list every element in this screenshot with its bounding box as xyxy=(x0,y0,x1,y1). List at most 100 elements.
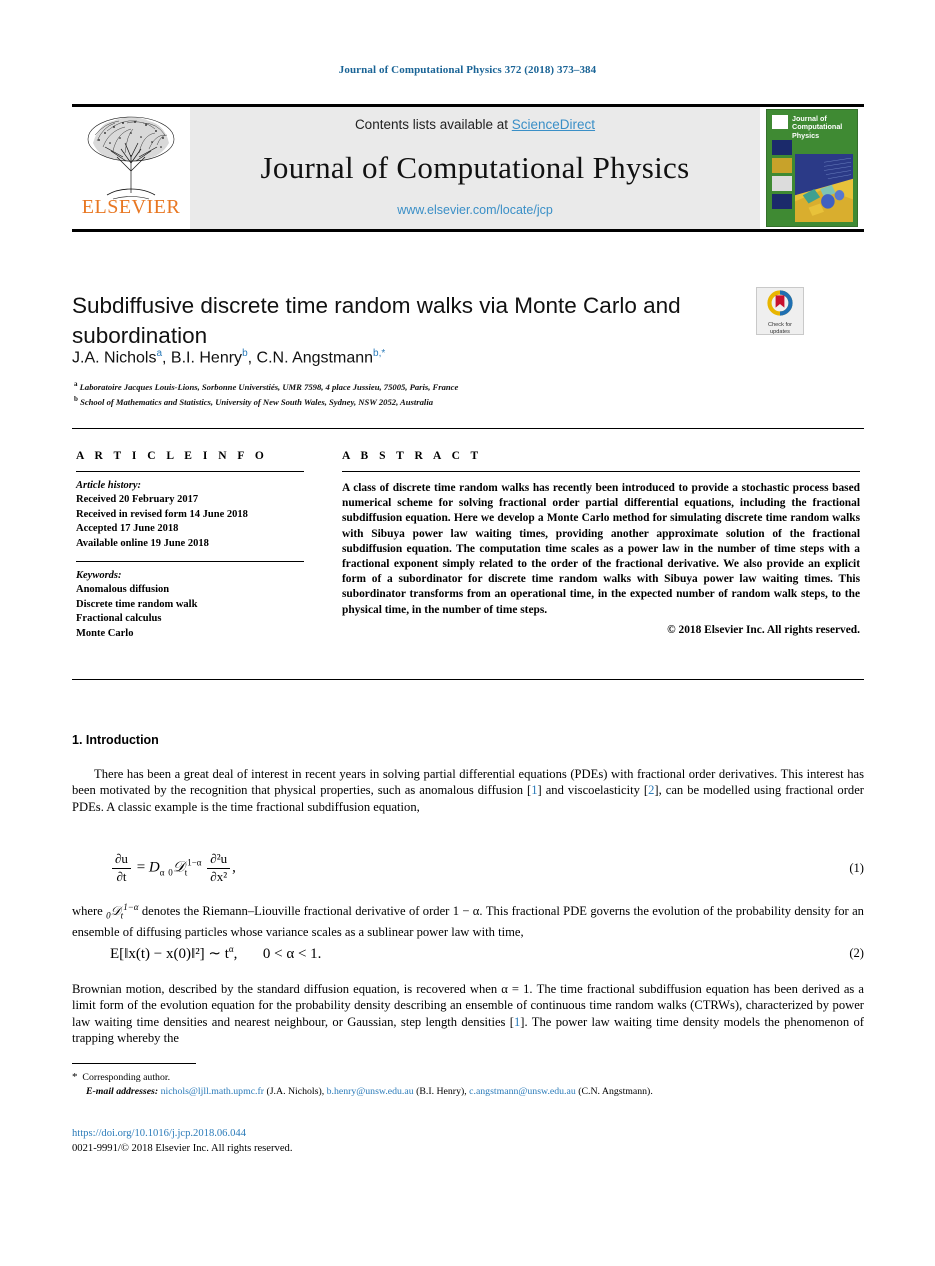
page-title: Subdiffusive discrete time random walks … xyxy=(72,293,681,349)
author-sep: , xyxy=(247,349,257,367)
eq1-comma: , xyxy=(232,859,236,876)
equation-2-row: E[‖x(t) − x(0)‖²] ∼ tα, 0 < α < 1. (2) xyxy=(72,944,864,963)
author-name: C.N. Angstmann xyxy=(256,349,374,367)
article-info-rule xyxy=(76,471,304,472)
contents-prefix: Contents lists available at xyxy=(354,117,512,132)
para-text: ] and viscoelasticity [ xyxy=(537,783,649,798)
equation-2-number: (2) xyxy=(849,946,864,960)
history-item: Received 20 February 2017 xyxy=(76,494,199,506)
cover-artwork xyxy=(795,154,853,222)
elsevier-tree-icon xyxy=(87,116,175,200)
info-bottom-rule xyxy=(72,679,864,680)
article-history-label: Article history: xyxy=(76,480,142,491)
article-history-block: Article history: Received 20 February 20… xyxy=(76,479,304,551)
footnote-star: * xyxy=(72,1071,78,1083)
author-sep: , xyxy=(162,349,171,367)
email-label: E-mail addresses: xyxy=(86,1086,159,1097)
eq1-coefficient-sub: α xyxy=(159,867,165,878)
crossmark-line1: Check for xyxy=(768,322,792,328)
keywords-label: Keywords: xyxy=(76,570,122,582)
affiliation-item: b School of Mathematics and Statistics, … xyxy=(74,393,854,408)
keywords-block: Keywords: Anomalous diffusion Discrete t… xyxy=(76,561,304,641)
cover-publisher-icon xyxy=(772,115,788,129)
journal-cover-block: Journal of Computational Physics xyxy=(760,107,864,229)
eq1-operator-sub: t xyxy=(184,867,188,878)
author-list: J.A. Nicholsa, B.I. Henryb, C.N. Angstma… xyxy=(72,348,772,367)
affiliation-text: School of Mathematics and Statistics, Un… xyxy=(80,396,434,407)
cover-title: Journal of Computational Physics xyxy=(792,114,843,140)
contents-line: Contents lists available at ScienceDirec… xyxy=(190,117,760,132)
doi-block: https://doi.org/10.1016/j.jcp.2018.06.04… xyxy=(72,1127,572,1156)
eq2-comma: , xyxy=(233,946,238,962)
keyword-item: Monte Carlo xyxy=(76,627,134,639)
crossmark-line2: updates xyxy=(770,329,790,336)
eq1-rhs-numerator: ∂²u xyxy=(207,851,231,869)
keyword-item: Discrete time random walk xyxy=(76,598,198,610)
history-item: Available online 19 June 2018 xyxy=(76,537,209,549)
elsevier-wordmark: ELSEVIER xyxy=(81,196,181,218)
para-text: where xyxy=(72,904,107,919)
journal-masthead: ELSEVIER Contents lists available at Sci… xyxy=(72,104,864,232)
email-owner: (J.A. Nichols), xyxy=(266,1086,327,1097)
crossmark-icon xyxy=(767,290,793,316)
section-heading-introduction: 1. Introduction xyxy=(72,733,159,747)
journal-title: Journal of Computational Physics xyxy=(260,149,690,185)
journal-url-link[interactable]: www.elsevier.com/locate/jcp xyxy=(190,203,760,217)
paragraph-intro-3: Brownian motion, described by the standa… xyxy=(72,981,864,1047)
equation-1-row: ∂u ∂t = Dα 0𝒟t1−α ∂²u ∂x² , (1) xyxy=(72,851,864,884)
eq1-coefficient: D xyxy=(148,859,160,876)
eq1-rhs-denominator: ∂x² xyxy=(210,868,228,884)
riemann-liouville-operator-symbol: 0𝒟t1−α xyxy=(106,902,139,921)
email-owner: (B.I. Henry), xyxy=(416,1086,470,1097)
email-link[interactable]: b.henry@unsw.edu.au xyxy=(327,1086,414,1097)
affiliation-text: Laboratoire Jacques Louis-Lions, Sorbonn… xyxy=(79,381,459,392)
email-owner: (C.N. Angstmann). xyxy=(578,1086,653,1097)
running-head: Journal of Computational Physics 372 (20… xyxy=(338,64,597,76)
journal-cover-thumbnail[interactable]: Journal of Computational Physics xyxy=(766,109,858,227)
email-addresses-line: E-mail addresses: nichols@ljll.math.upmc… xyxy=(72,1085,864,1099)
affiliation-mark: a xyxy=(74,380,78,388)
footnote-block: * Corresponding author. E-mail addresses… xyxy=(72,1070,864,1099)
sciencedirect-link[interactable]: ScienceDirect xyxy=(512,117,595,132)
equation-1-body: ∂u ∂t = Dα 0𝒟t1−α ∂²u ∂x² , xyxy=(110,851,236,884)
info-top-rule xyxy=(72,428,864,429)
affiliation-list: a Laboratoire Jacques Louis-Lions, Sorbo… xyxy=(74,378,854,408)
paragraph-intro-2: where 0𝒟t1−α denotes the Riemann–Liouvil… xyxy=(72,899,864,941)
eq1-rhs-fraction: ∂²u ∂x² xyxy=(207,851,231,884)
equation-2-body: E[‖x(t) − x(0)‖²] ∼ tα, 0 < α < 1. xyxy=(110,944,321,963)
corresponding-author-text: Corresponding author. xyxy=(82,1072,171,1083)
eq1-equals: = xyxy=(136,859,146,876)
author-name: B.I. Henry xyxy=(170,349,243,367)
equation-1-number: (1) xyxy=(849,860,864,875)
eq1-lhs-fraction: ∂u ∂t xyxy=(112,851,131,884)
affiliation-mark: b xyxy=(74,394,78,403)
article-info-column: A R T I C L E I N F O Article history: R… xyxy=(76,450,304,641)
author-name: J.A. Nichols xyxy=(72,349,157,367)
issn-copyright-line: 0021-9991/© 2018 Elsevier Inc. All right… xyxy=(72,1142,293,1154)
section-title: Introduction xyxy=(85,733,159,747)
eq2-expression: E[‖x(t) − x(0)‖²] ∼ t xyxy=(110,946,229,962)
abstract-copyright: © 2018 Elsevier Inc. All rights reserved… xyxy=(667,623,860,636)
cover-side-strip xyxy=(772,140,792,220)
doi-link[interactable]: https://doi.org/10.1016/j.jcp.2018.06.04… xyxy=(72,1127,572,1142)
email-link[interactable]: nichols@ljll.math.upmc.fr xyxy=(161,1086,264,1097)
corresponding-author-star[interactable]: * xyxy=(381,348,385,359)
eq1-lhs-numerator: ∂u xyxy=(112,851,131,869)
abstract-column: A B S T R A C T A class of discrete time… xyxy=(342,450,860,636)
eq1-operator: 𝒟 xyxy=(172,859,185,876)
footnote-rule xyxy=(72,1063,196,1064)
section-number: 1. xyxy=(72,733,83,747)
paragraph-intro-1: There has been a great deal of interest … xyxy=(72,766,864,815)
affiliation-item: a Laboratoire Jacques Louis-Lions, Sorbo… xyxy=(74,378,854,393)
eq2-range: 0 < α < 1. xyxy=(262,946,322,962)
elsevier-logo-block: ELSEVIER xyxy=(72,107,190,229)
masthead-center: Contents lists available at ScienceDirec… xyxy=(190,107,760,229)
corresponding-author-note: * Corresponding author. xyxy=(72,1070,864,1085)
crossmark-badge[interactable]: Check for updates xyxy=(756,287,804,335)
abstract-body: A class of discrete time random walks ha… xyxy=(342,482,860,616)
history-item: Received in revised form 14 June 2018 xyxy=(76,508,248,520)
email-link[interactable]: c.angstmann@unsw.edu.au xyxy=(469,1086,576,1097)
abstract-rule xyxy=(342,471,860,472)
abstract-heading: A B S T R A C T xyxy=(342,450,483,462)
para-text: denotes the Riemann–Liouville fractional… xyxy=(72,904,864,940)
